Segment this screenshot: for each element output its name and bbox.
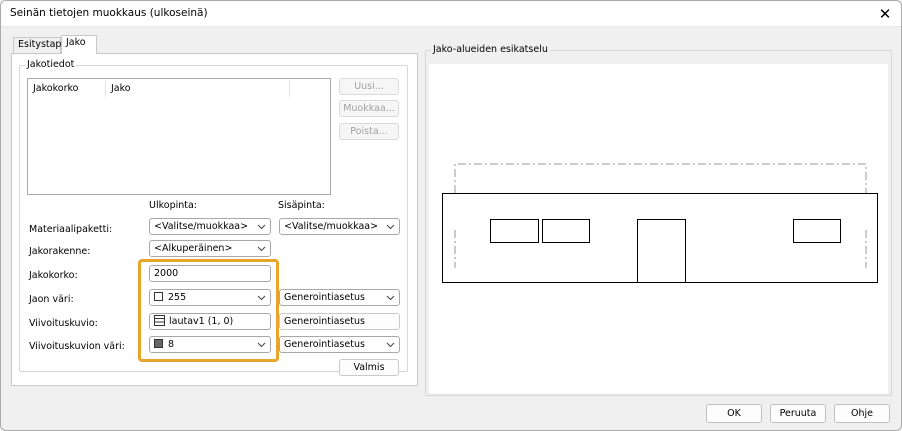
outer-surface-caption: Ulkopinta: [149, 200, 198, 211]
dialog-window: Seinän tietojen muokkaus (ulkoseinä) ✕ E… [0, 0, 902, 431]
button-label: Poista... [350, 126, 388, 137]
wall-preview-drawing [442, 163, 878, 283]
chevron-down-icon [257, 342, 266, 348]
column-separator[interactable] [289, 80, 290, 97]
done-button[interactable]: Valmis [339, 359, 399, 376]
hatch-pattern-icon [154, 315, 165, 326]
select-value: <Valitse/muokkaa> [154, 221, 249, 232]
select-value: Generointiasetus [284, 292, 365, 303]
close-icon[interactable]: ✕ [875, 4, 895, 24]
button-label: OK [727, 408, 741, 419]
select-value: 255 [168, 292, 187, 303]
division-list[interactable]: Jakokorko Jako [27, 78, 331, 195]
preview-group: Jako-alueiden esikatselu [425, 44, 892, 396]
material-package-label: Materiaalipaketti: [29, 224, 113, 235]
tab-jako[interactable]: Jako [61, 35, 97, 54]
material-outer-select[interactable]: <Valitse/muokkaa> [149, 218, 271, 235]
hatch-pattern-field[interactable]: lautav1 (1, 0) [149, 313, 271, 330]
division-color-label: Jaon väri: [29, 294, 74, 305]
help-button[interactable]: Ohje [834, 404, 890, 423]
input-value: lautav1 (1, 0) [169, 316, 234, 327]
hatch-pattern-label: Viivoituskuvio: [29, 318, 98, 329]
ok-button[interactable]: OK [706, 404, 762, 423]
edit-button[interactable]: Muokkaa... [339, 100, 399, 117]
cancel-button[interactable]: Peruuta [770, 404, 826, 423]
color-swatch [154, 292, 163, 301]
division-color-select[interactable]: 255 [149, 289, 271, 306]
new-button[interactable]: Uusi... [339, 78, 399, 95]
button-label: Uusi... [354, 81, 384, 92]
division-color-inner-select[interactable]: Generointiasetus [279, 289, 400, 306]
division-structure-select[interactable]: <Alkuperäinen> [149, 240, 271, 257]
tab-label: Esitystapa [18, 39, 68, 50]
inner-surface-caption: Sisäpinta: [278, 200, 325, 211]
column-header-jakokorko[interactable]: Jakokorko [28, 79, 106, 98]
button-label: Peruuta [779, 408, 817, 419]
button-label: Ohje [851, 408, 873, 419]
material-inner-select[interactable]: <Valitse/muokkaa> [279, 218, 400, 235]
hatch-color-select[interactable]: 8 [149, 336, 271, 353]
tab-label: Jako [66, 37, 86, 48]
division-height-input[interactable]: 2000 [149, 265, 271, 282]
division-height-label: Jakokorko: [29, 270, 78, 281]
button-label: Valmis [353, 362, 385, 373]
tab-panel-jako: Jakotiedot Jakokorko Jako Uusi... Muokka… [11, 53, 418, 386]
hatch-color-inner-select[interactable]: Generointiasetus [279, 336, 400, 353]
delete-button[interactable]: Poista... [339, 123, 399, 140]
select-value: <Valitse/muokkaa> [284, 221, 379, 232]
division-structure-label: Jakorakenne: [29, 246, 91, 257]
preview-legend: Jako-alueiden esikatselu [431, 44, 550, 55]
input-value: 2000 [154, 268, 179, 279]
select-value: Generointiasetus [284, 339, 365, 350]
button-label: Generointiasetus [284, 316, 365, 327]
button-label: Muokkaa... [343, 103, 395, 114]
hatch-pattern-inner-button[interactable]: Generointiasetus [279, 313, 400, 330]
chevron-down-icon [386, 295, 395, 301]
jakotiedot-legend: Jakotiedot [25, 59, 77, 70]
title-bar: Seinän tietojen muokkaus (ulkoseinä) ✕ [1, 1, 901, 27]
preview-canvas [429, 64, 888, 393]
window-title: Seinän tietojen muokkaus (ulkoseinä) [10, 7, 208, 19]
select-value: <Alkuperäinen> [154, 243, 233, 254]
chevron-down-icon [257, 295, 266, 301]
chevron-down-icon [386, 342, 395, 348]
color-swatch [154, 339, 163, 348]
select-value: 8 [168, 339, 175, 350]
chevron-down-icon [257, 246, 266, 252]
tab-esitystapa[interactable]: Esitystapa [13, 37, 67, 53]
chevron-down-icon [257, 224, 266, 230]
column-header-jako[interactable]: Jako [106, 79, 289, 98]
chevron-down-icon [386, 224, 395, 230]
hatch-color-label: Viivoituskuvion väri: [29, 341, 125, 352]
